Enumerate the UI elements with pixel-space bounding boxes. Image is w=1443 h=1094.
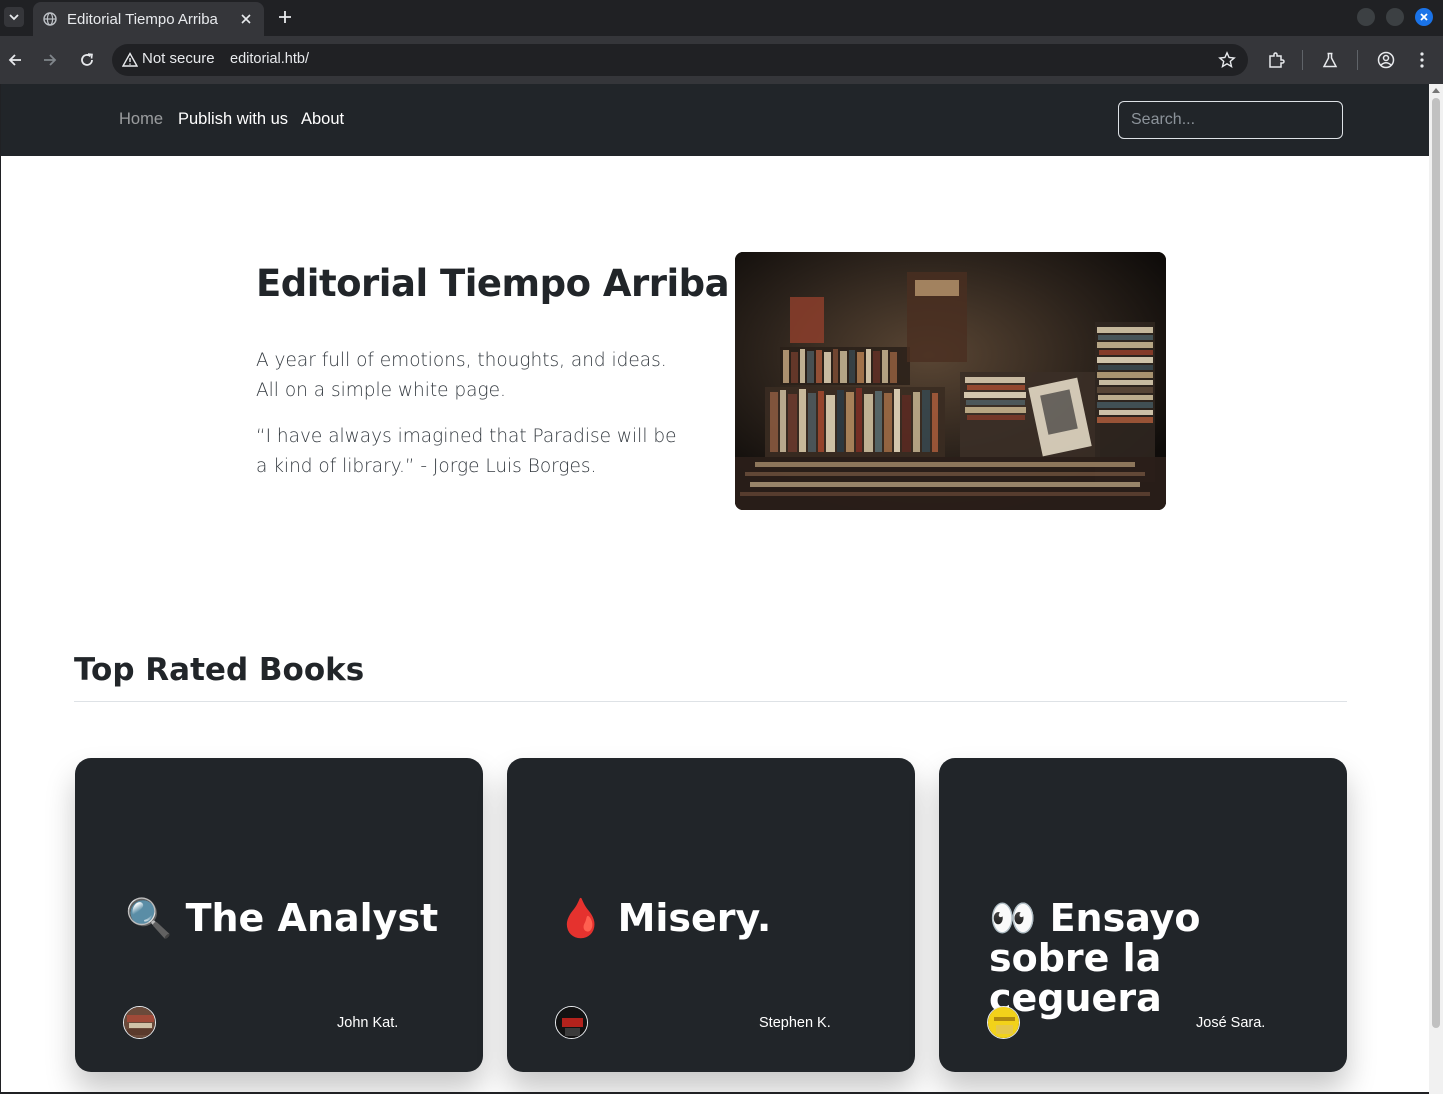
book-card[interactable]: 🔍 The Analyst John Kat. — [75, 758, 483, 1072]
bookmark-star-icon[interactable] — [1218, 51, 1236, 69]
labs-button[interactable] — [1320, 50, 1340, 70]
url-text[interactable]: editorial.htb/ — [230, 51, 309, 67]
profile-button[interactable] — [1376, 50, 1396, 70]
tab-close-icon[interactable] — [238, 11, 254, 27]
account-circle-icon — [1377, 51, 1395, 69]
hero-quote: “I have always imagined that Paradise wi… — [256, 426, 677, 477]
plus-icon — [279, 11, 291, 23]
chevron-down-icon — [9, 14, 19, 21]
tab-search-button[interactable] — [4, 7, 24, 27]
nav-link-about[interactable]: About — [301, 110, 344, 129]
book-title-text: The Analyst — [185, 896, 439, 940]
book-author: John Kat. — [337, 1015, 399, 1031]
close-window-button[interactable] — [1415, 8, 1433, 26]
toolbar-separator — [1302, 50, 1303, 70]
warning-icon — [122, 52, 138, 67]
nav-link-home[interactable]: Home — [119, 110, 163, 129]
flask-icon — [1322, 52, 1338, 68]
minimize-button[interactable] — [1357, 8, 1375, 26]
hero-title: Editorial Tiempo Arriba — [256, 262, 730, 305]
arrow-left-icon — [8, 54, 21, 66]
book-card[interactable]: 🩸 Misery. Stephen K. — [507, 758, 915, 1072]
back-button[interactable] — [5, 50, 25, 70]
new-tab-button[interactable] — [275, 7, 295, 27]
book-title: 🩸 Misery. — [557, 898, 877, 938]
puzzle-icon — [1269, 52, 1285, 68]
book-author: José Sara. — [1196, 1015, 1266, 1031]
author-avatar — [123, 1006, 156, 1039]
section-divider — [74, 701, 1347, 702]
tab-title: Editorial Tiempo Arriba — [67, 10, 218, 28]
search-input[interactable] — [1118, 101, 1343, 139]
nav-link-publish[interactable]: Publish with us — [178, 110, 288, 129]
magnifier-emoji-icon: 🔍 — [125, 896, 173, 940]
close-icon — [1420, 13, 1428, 21]
globe-icon — [43, 12, 57, 26]
book-title: 🔍 The Analyst — [125, 898, 445, 938]
more-vertical-icon — [1420, 52, 1424, 68]
scrollbar-thumb[interactable] — [1432, 98, 1440, 1028]
browser-tab-bar: Editorial Tiempo Arriba — [0, 0, 1443, 36]
browser-tab[interactable]: Editorial Tiempo Arriba — [33, 2, 264, 36]
page-scrollbar[interactable] — [1429, 84, 1443, 1094]
hero-tagline: A year full of emotions, thoughts, and i… — [256, 350, 667, 401]
toolbar-separator — [1357, 50, 1358, 70]
security-label[interactable]: Not secure — [142, 50, 215, 67]
eyes-emoji-icon: 👀 — [989, 896, 1037, 940]
browser-toolbar: Not secure editorial.htb/ — [0, 36, 1443, 84]
reload-icon — [81, 53, 93, 66]
author-avatar — [987, 1006, 1020, 1039]
book-author: Stephen K. — [759, 1015, 831, 1031]
book-card[interactable]: 👀 Ensayo sobre la ceguera José Sara. — [939, 758, 1347, 1072]
forward-button[interactable] — [40, 50, 60, 70]
browser-menu-button[interactable] — [1412, 50, 1432, 70]
bookshop-image — [735, 252, 1166, 510]
book-title-text: Misery. — [617, 896, 772, 940]
maximize-button[interactable] — [1386, 8, 1404, 26]
arrow-right-icon — [44, 54, 57, 66]
reload-button[interactable] — [77, 50, 97, 70]
author-avatar — [555, 1006, 588, 1039]
book-title: 👀 Ensayo sobre la ceguera — [989, 898, 1309, 1018]
drop-of-blood-emoji-icon: 🩸 — [557, 896, 605, 940]
section-title: Top Rated Books — [74, 652, 365, 688]
site-navbar: Home Publish with us About — [1, 84, 1429, 156]
page-viewport: Home Publish with us About Editorial Tie… — [1, 84, 1429, 1092]
scroll-up-arrow-icon[interactable] — [1432, 88, 1440, 93]
address-bar[interactable]: Not secure editorial.htb/ — [112, 44, 1248, 76]
extensions-button[interactable] — [1266, 50, 1286, 70]
